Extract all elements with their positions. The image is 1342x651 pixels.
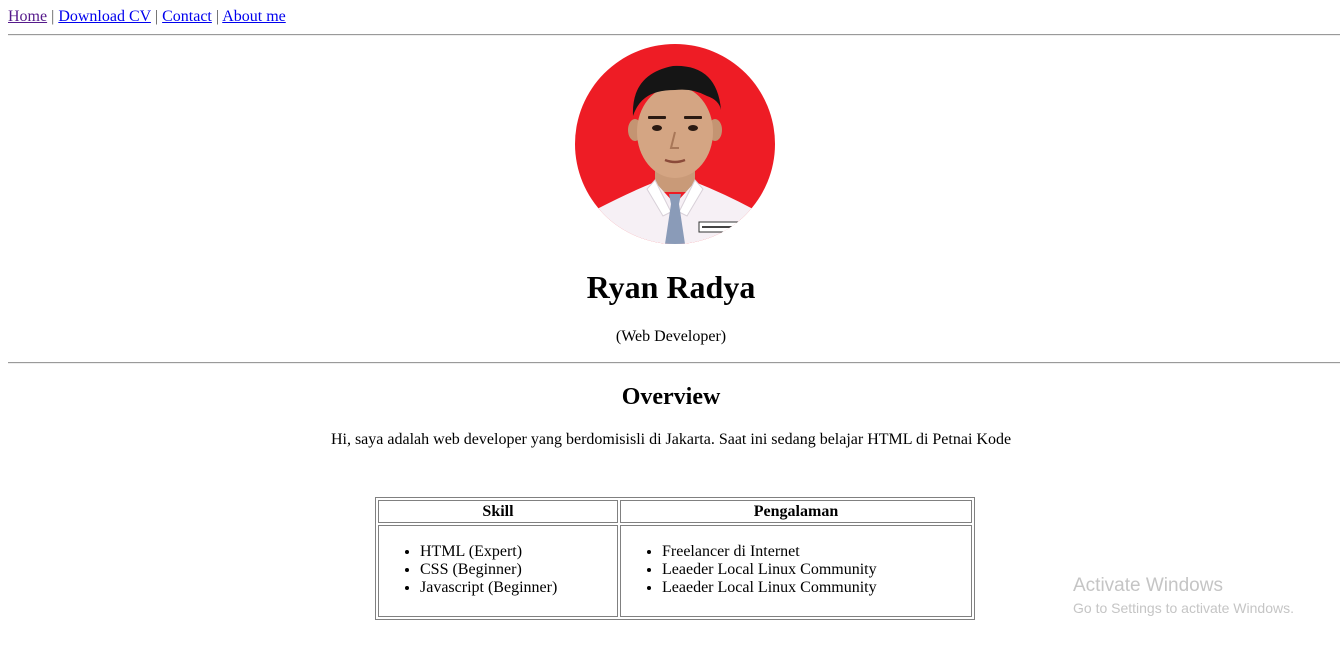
table-row: HTML (Expert) CSS (Beginner) Javascript … <box>378 525 972 617</box>
skill-header: Skill <box>378 500 618 523</box>
top-divider <box>8 34 1340 36</box>
nav-link-home[interactable]: Home <box>8 8 47 25</box>
overview-text-wrap: Hi, saya adalah web developer yang berdo… <box>0 431 1342 449</box>
list-item: Freelancer di Internet <box>662 543 970 561</box>
profile-role-wrap: (Web Developer) <box>0 328 1342 346</box>
skill-cell: HTML (Expert) CSS (Beginner) Javascript … <box>378 525 618 617</box>
skill-list: HTML (Expert) CSS (Beginner) Javascript … <box>380 543 616 597</box>
experience-list: Freelancer di Internet Leaeder Local Lin… <box>622 543 970 597</box>
profile-name: Ryan Radya <box>586 269 756 305</box>
profile-role: (Web Developer) <box>615 328 727 345</box>
activate-windows-watermark: Activate Windows Go to Settings to activ… <box>1073 574 1294 618</box>
nav-link-contact[interactable]: Contact <box>162 8 212 25</box>
list-item: CSS (Beginner) <box>420 561 616 579</box>
overview-section: Overview <box>0 383 1342 411</box>
overview-heading: Overview <box>621 384 721 410</box>
list-item: Leaeder Local Linux Community <box>662 561 970 579</box>
experience-header: Pengalaman <box>620 500 972 523</box>
nav-link-download-cv[interactable]: Download CV <box>58 8 151 25</box>
experience-cell: Freelancer di Internet Leaeder Local Lin… <box>620 525 972 617</box>
overview-text: Hi, saya adalah web developer yang berdo… <box>330 431 1012 448</box>
nav-separator: | <box>215 8 220 25</box>
profile-photo <box>575 44 775 244</box>
section-divider <box>8 362 1340 364</box>
profile-header: Ryan Radya <box>0 268 1342 306</box>
nav-separator: | <box>51 8 55 25</box>
top-nav: Home | Download CV | Contact | About me <box>8 7 286 26</box>
list-item: Leaeder Local Linux Community <box>662 579 970 597</box>
nav-link-about-me[interactable]: About me <box>222 8 286 25</box>
skills-experience-table: Skill Pengalaman HTML (Expert) CSS (Begi… <box>375 497 975 620</box>
list-item: Javascript (Beginner) <box>420 579 616 597</box>
table-header-row: Skill Pengalaman <box>378 500 972 523</box>
watermark-title: Activate Windows <box>1073 575 1223 596</box>
nav-separator: | <box>154 8 159 25</box>
list-item: HTML (Expert) <box>420 543 616 561</box>
watermark-subtitle: Go to Settings to activate Windows. <box>1073 600 1294 616</box>
